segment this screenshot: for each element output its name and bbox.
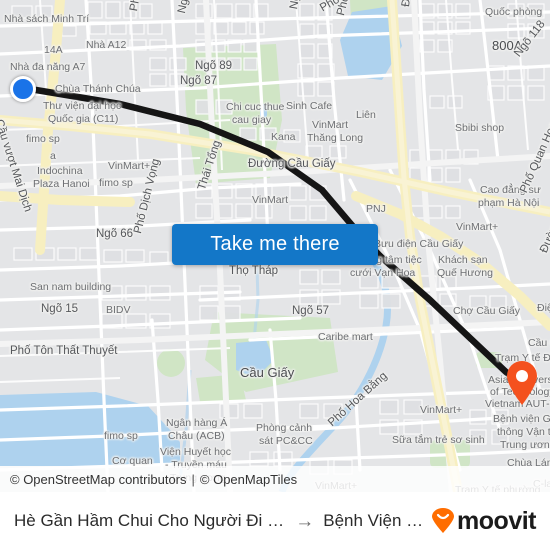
osm-attribution-link[interactable]: © OpenStreetMap contributors xyxy=(10,472,187,487)
destination-pin[interactable] xyxy=(505,360,539,406)
origin-location-dot[interactable] xyxy=(10,76,36,102)
map-canvas[interactable]: Nhà sách Minh Trí Nhà A12 14A Nhà đa năng A… xyxy=(0,0,550,492)
moovit-logo[interactable]: moovit xyxy=(431,507,536,536)
map-pin-icon xyxy=(507,361,537,405)
moovit-trip-map-screen: Nhà sách Minh Trí Nhà A12 14A Nhà đa năng A… xyxy=(0,0,550,550)
take-me-there-label: Take me there xyxy=(210,233,340,255)
trip-origin-label[interactable]: Hè Gần Hầm Chui Cho Người Đi Bộ... xyxy=(14,511,286,531)
moovit-wordmark: moovit xyxy=(457,506,536,535)
moovit-pin-icon xyxy=(432,508,455,533)
openmaptiles-attribution-link[interactable]: © OpenMapTiles xyxy=(200,472,297,487)
arrow-right-icon: → xyxy=(295,510,315,532)
take-me-there-button[interactable]: Take me there xyxy=(172,224,378,265)
trip-summary-footer: Hè Gần Hầm Chui Cho Người Đi Bộ... → Bện… xyxy=(0,492,550,550)
map-attribution-bar: © OpenStreetMap contributors | © OpenMap… xyxy=(0,466,550,492)
trip-destination-label[interactable]: Bệnh Viện Gi... xyxy=(323,511,431,531)
attribution-separator: | xyxy=(191,471,195,487)
